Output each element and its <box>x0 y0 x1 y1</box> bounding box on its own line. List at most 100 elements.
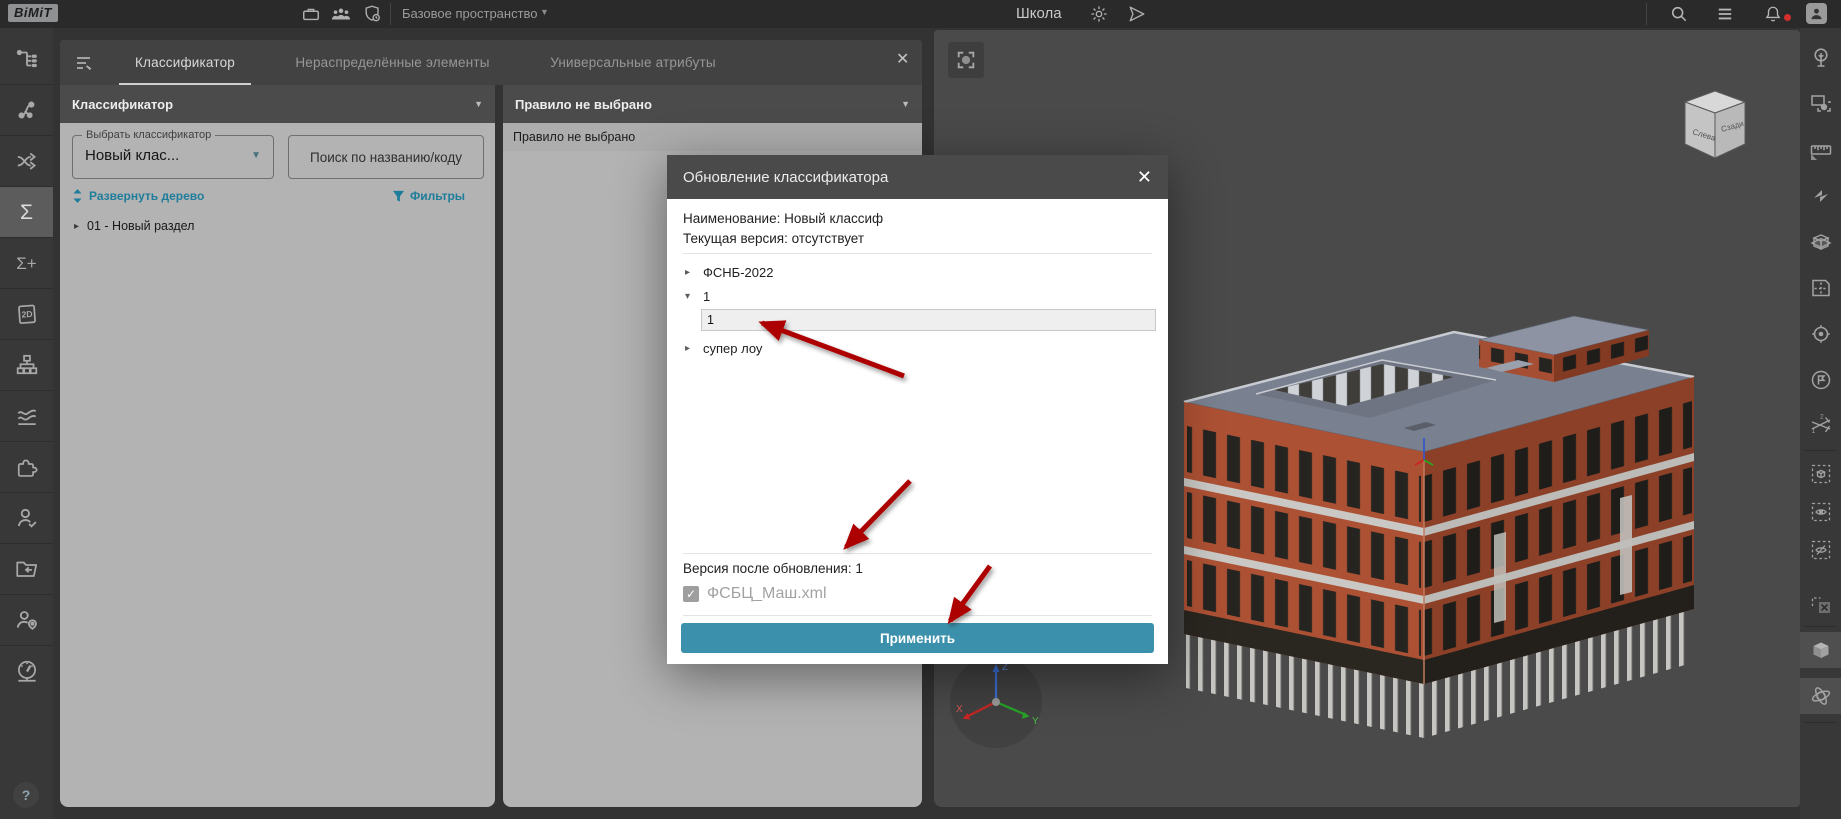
classifier-select[interactable]: Выбрать классификатор Новый клас... ▼ <box>72 135 274 179</box>
grid-axes-tool[interactable]: 12 <box>1800 406 1841 442</box>
rule-header-label: Правило не выбрано <box>515 97 652 112</box>
share-icon[interactable] <box>1126 4 1148 24</box>
apply-button[interactable]: Применить <box>681 623 1154 653</box>
version-name-input[interactable] <box>701 309 1156 331</box>
shield-clock-icon[interactable] <box>362 4 384 24</box>
flag-tool[interactable] <box>1800 362 1841 398</box>
notification-dot <box>1784 14 1791 21</box>
chevron-down-icon[interactable]: ▼ <box>540 7 549 17</box>
sum-add-tool[interactable]: Σ+ <box>0 238 53 289</box>
dialog-tree-item[interactable]: ▸ супер лоу <box>685 341 762 356</box>
dialog-title: Обновление классификатора <box>683 169 888 186</box>
search-by-name-button[interactable]: Поиск по названию/коду <box>288 135 484 179</box>
close-icon[interactable]: ✕ <box>896 52 909 68</box>
dialog-tree-item[interactable]: ▸ ФСНБ-2022 <box>685 265 773 280</box>
filters-button[interactable]: Фильтры <box>392 189 465 203</box>
toolbar-divider <box>1804 722 1837 723</box>
rule-empty-row: Правило не выбрано <box>503 123 922 151</box>
folder-import-tool[interactable] <box>0 544 53 595</box>
plan-sheet-tool[interactable] <box>1800 270 1841 306</box>
tab-unallocated-elements[interactable]: Нераспределённые элементы <box>275 40 510 85</box>
search-icon[interactable] <box>1668 4 1690 24</box>
classifier-column-header[interactable]: Классификатор ▼ <box>60 85 495 123</box>
panel-tab-bar: Классификатор Нераспределённые элементы … <box>60 40 922 85</box>
user-avatar-icon[interactable] <box>1806 3 1827 24</box>
classifier-name-line: Наименование: Новый классиф <box>683 211 883 226</box>
file-name-label: ФСБЦ_Маш.xml <box>707 585 827 603</box>
fit-view-button[interactable] <box>948 42 984 78</box>
gear-icon[interactable] <box>1088 4 1110 24</box>
checkbox-checked-icon[interactable]: ✓ <box>683 586 699 602</box>
user-approve-tool[interactable] <box>0 493 53 544</box>
briefcase-icon[interactable] <box>300 4 322 24</box>
select-objects-tool[interactable] <box>1800 86 1841 122</box>
classifier-update-dialog: Обновление классификатора ✕ Наименование… <box>667 155 1168 664</box>
expand-tree-label: Развернуть дерево <box>89 189 204 203</box>
axis-x-label: X <box>956 704 963 715</box>
tab-classifier[interactable]: Классификатор <box>115 40 255 85</box>
2d-view-tool[interactable]: 2D <box>0 289 53 340</box>
divider <box>683 553 1152 554</box>
axis-gizmo[interactable]: Z X Y <box>948 654 1044 750</box>
focus-frame-icon <box>955 49 977 71</box>
list-icon[interactable] <box>1714 4 1736 24</box>
right-tool-rail: 12 <box>1800 28 1841 819</box>
project-title: Школа <box>1016 5 1062 22</box>
workspace-selector[interactable]: Базовое пространство <box>402 6 538 21</box>
hide-eye-tool[interactable] <box>1800 532 1841 568</box>
navigation-cube[interactable]: Слева Сзади <box>1679 82 1749 164</box>
trend-lines-tool[interactable] <box>0 391 53 442</box>
solid-view-cube-tool[interactable] <box>1800 632 1841 668</box>
rule-column-header[interactable]: Правило не выбрано ▼ <box>503 85 922 123</box>
show-eye-tool[interactable] <box>1800 494 1841 530</box>
plugin-puzzle-tool[interactable] <box>0 442 53 493</box>
connection-nodes-tool[interactable] <box>0 85 53 136</box>
panel-menu-icon[interactable] <box>74 53 94 73</box>
sum-classifier-tool[interactable]: Σ <box>0 187 53 238</box>
target-tool[interactable] <box>1800 316 1841 352</box>
user-location-tool[interactable] <box>0 595 53 646</box>
divider <box>683 615 1152 616</box>
classifier-select-label: Выбрать классификатор <box>82 129 215 141</box>
expand-tree-link[interactable]: Развернуть дерево <box>72 189 204 203</box>
nature-tree-tool[interactable] <box>1800 40 1841 76</box>
shuffle-tool[interactable] <box>0 136 53 187</box>
isolate-cube-tool[interactable] <box>1800 456 1841 492</box>
classifier-column: Классификатор ▼ Выбрать классификатор Но… <box>60 85 495 807</box>
classifier-select-value: Новый клас... <box>85 147 179 164</box>
caret-down-icon: ▾ <box>685 291 695 302</box>
bell-icon[interactable] <box>1762 4 1784 24</box>
classifier-tree-item[interactable]: ▸ 01 - Новый раздел <box>74 219 194 233</box>
orbit-rotate-tool[interactable] <box>1800 678 1841 714</box>
chevron-down-icon: ▼ <box>474 99 483 109</box>
org-chart-tool[interactable] <box>0 340 53 391</box>
sigma-plus-icon: Σ+ <box>16 255 36 272</box>
close-icon[interactable]: ✕ <box>1137 168 1152 186</box>
tree-item-label: ФСНБ-2022 <box>703 265 773 280</box>
flash-planes-tool[interactable] <box>1800 178 1841 214</box>
file-checkbox-row: ✓ ФСБЦ_Маш.xml <box>683 585 827 603</box>
tab-universal-attributes[interactable]: Универсальные атрибуты <box>528 40 738 85</box>
ruler-tool[interactable] <box>1800 132 1841 168</box>
expand-collapse-icon <box>72 189 83 203</box>
topbar-divider <box>1646 3 1647 25</box>
svg-text:2: 2 <box>1820 414 1824 421</box>
dialog-tree-item[interactable]: ▾ 1 <box>685 289 710 304</box>
svg-text:1: 1 <box>1811 428 1815 435</box>
topbar-divider <box>390 3 391 25</box>
team-icon[interactable] <box>330 4 352 24</box>
section-cube-tool[interactable] <box>1800 224 1841 260</box>
chevron-down-icon: ▼ <box>901 99 910 109</box>
bimit-logo: BiMiT <box>8 4 58 22</box>
sigma-icon: Σ <box>20 202 33 223</box>
clear-selection-tool[interactable] <box>1800 586 1841 622</box>
current-version-line: Текущая версия: отсутствует <box>683 231 864 246</box>
hierarchy-tree-tool[interactable] <box>0 34 53 85</box>
help-button[interactable]: ? <box>13 782 39 808</box>
2d-glyph: 2D <box>21 309 33 320</box>
caret-right-icon: ▸ <box>74 221 79 232</box>
divider <box>683 253 1152 254</box>
gauge-tool[interactable] <box>0 646 53 696</box>
toolbar-divider <box>1804 626 1837 627</box>
axis-y-label: Y <box>1032 716 1039 727</box>
